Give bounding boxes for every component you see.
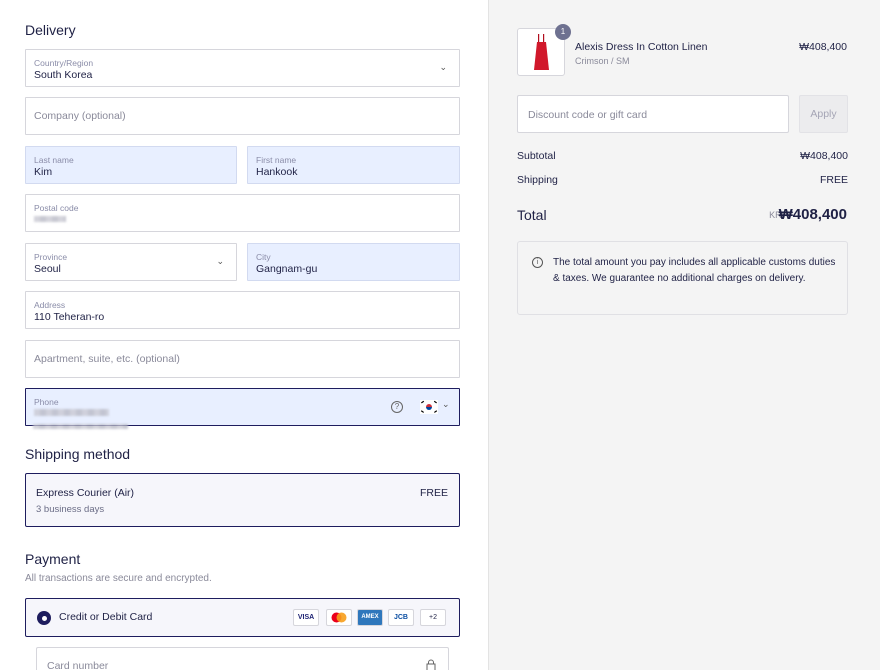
product-name: Alexis Dress In Cotton Linen [575,41,708,53]
card-number-placeholder: Card number [47,660,109,670]
last-name-value: Kim [34,166,53,178]
shipping-option-price: FREE [419,487,448,499]
radio-selected[interactable] [37,611,51,625]
province-label: Province [34,252,68,262]
info-icon: i [532,257,543,268]
first-name-field[interactable]: First name Hankook [247,146,460,184]
country-value: South Korea [34,69,93,81]
company-placeholder: Company (optional) [34,110,126,122]
korea-flag-icon[interactable] [420,400,438,414]
chevron-down-icon: ⌄ [439,61,447,72]
customs-notice-text: The total amount you pay includes all ap… [553,257,836,284]
discount-placeholder: Discount code or gift card [528,109,648,121]
province-value: Seoul [34,263,61,275]
total-value: ₩408,400 [778,206,847,223]
shipping-row: Shipping FREE [517,174,848,186]
payment-subtitle: All transactions are secure and encrypte… [25,573,212,584]
more-cards-count: +2 [420,609,446,626]
postal-code-redacted [34,216,66,222]
subtotal-value: ₩408,400 [800,150,848,162]
postal-code-field[interactable]: Postal code [25,194,460,232]
address-field[interactable]: Address 110 Teheran-ro [25,291,460,329]
mastercard-card-icon [326,609,352,626]
phone-redacted-underline [33,424,128,429]
last-name-label: Last name [34,155,74,165]
amex-card-icon: AMEX [357,609,383,626]
checkout-form: Delivery Country/Region South Korea ⌄ Co… [0,0,488,670]
quantity-badge: 1 [555,24,571,40]
jcb-card-icon: JCB [388,609,414,626]
apply-button[interactable]: Apply [799,95,848,133]
customs-notice: i The total amount you pay includes all … [517,241,848,315]
lock-icon [426,658,436,670]
company-field[interactable]: Company (optional) [25,97,460,135]
phone-redacted [34,409,109,416]
product-price: ₩408,400 [799,41,847,53]
first-name-value: Hankook [256,166,298,178]
country-select[interactable]: Country/Region South Korea ⌄ [25,49,460,87]
country-label: Country/Region [34,58,94,68]
payment-heading: Payment [25,551,81,567]
phone-label: Phone [34,397,59,407]
shipping-option-days: 3 business days [36,504,105,515]
card-number-field[interactable]: Card number [36,647,449,670]
last-name-field[interactable]: Last name Kim [25,146,237,184]
address-value: 110 Teheran-ro [34,311,105,323]
product-variant: Crimson / SM [575,56,630,66]
shipping-method-heading: Shipping method [25,446,131,462]
city-field[interactable]: City Gangnam-gu [247,243,460,281]
address-label: Address [34,300,66,310]
order-summary: 1 Alexis Dress In Cotton Linen Crimson /… [488,0,880,670]
help-icon[interactable]: ? [391,401,403,413]
province-select[interactable]: Province Seoul ⌄ [25,243,237,281]
postal-code-label: Postal code [34,203,79,213]
shipping-value: FREE [819,174,848,186]
apartment-field[interactable]: Apartment, suite, etc. (optional) [25,340,460,378]
chevron-down-icon: ⌄ [216,255,224,266]
city-label: City [256,252,271,262]
shipping-option[interactable]: Express Courier (Air) 3 business days FR… [25,473,460,527]
subtotal-row: Subtotal ₩408,400 [517,150,848,162]
visa-card-icon: VISA [293,609,319,626]
payment-method-label: Credit or Debit Card [59,611,153,623]
first-name-label: First name [256,155,297,165]
apartment-placeholder: Apartment, suite, etc. (optional) [34,353,180,365]
total-label: Total [517,207,547,223]
shipping-option-name: Express Courier (Air) [36,487,135,499]
delivery-heading: Delivery [25,22,76,38]
subtotal-label: Subtotal [517,150,556,162]
city-value: Gangnam-gu [256,263,318,275]
phone-field[interactable]: Phone ? ⌄ [25,388,460,426]
shipping-label: Shipping [517,174,558,186]
payment-method-card[interactable]: Credit or Debit Card VISA AMEX JCB +2 [25,598,460,637]
discount-input[interactable]: Discount code or gift card [517,95,789,133]
chevron-down-icon[interactable]: ⌄ [442,399,450,410]
